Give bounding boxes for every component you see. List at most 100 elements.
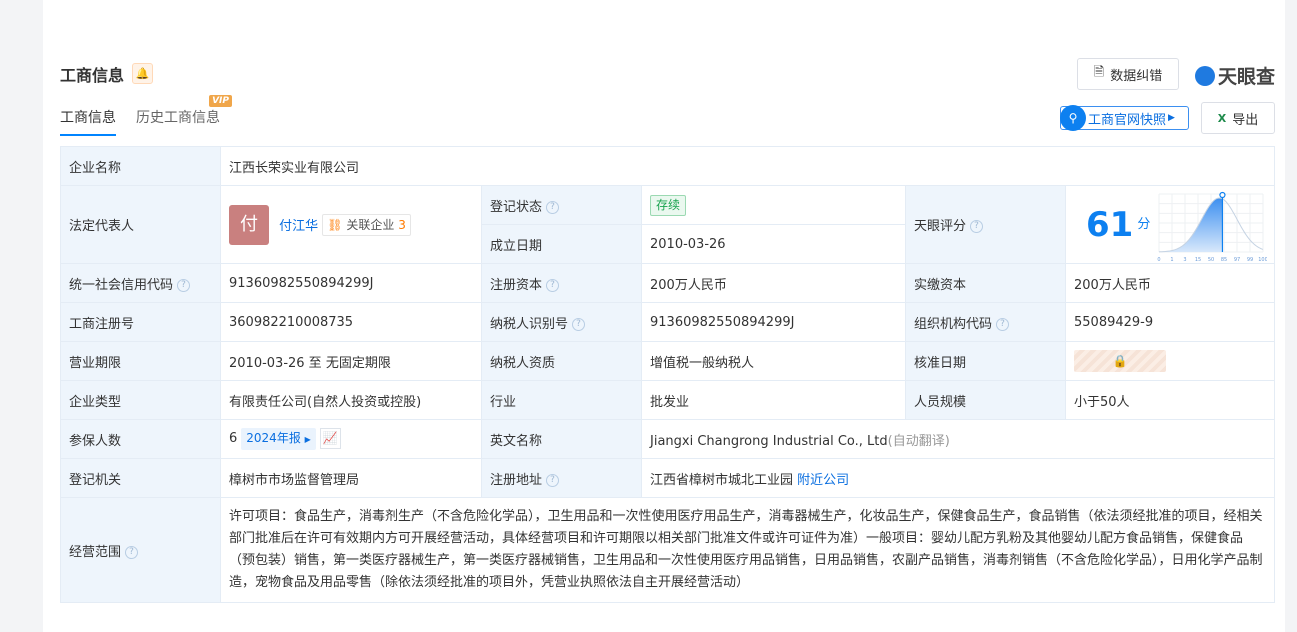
staff-size: 小于50人 — [1064, 380, 1276, 420]
label-scope: 经营范围? — [60, 497, 221, 603]
label-address: 注册地址? — [481, 458, 642, 498]
score-cell[interactable]: 61 分 0 1 3 15 50 85 97 99 100 — [1064, 185, 1276, 264]
table-row: 工商注册号 360982210008735 纳税人识别号? 9136098255… — [60, 302, 1276, 342]
caret-right-icon: ▶ — [304, 435, 311, 444]
button-label: 工商官网快照 — [1088, 112, 1167, 128]
address-cell: 江西省樟树市城北工业园 附近公司 — [640, 458, 1276, 498]
label-text: 登记状态 — [490, 199, 543, 215]
tax-qualification: 增值税一般纳税人 — [641, 341, 906, 381]
table-row: 企业类型 有限责任公司(自然人投资或控股) 行业 批发业 人员规模 小于50人 — [60, 380, 1276, 420]
label-score: 天眼评分? — [905, 185, 1066, 264]
help-icon[interactable]: ? — [125, 545, 139, 559]
official-snapshot-button[interactable]: ⚲ 工商官网快照 ▶ — [1060, 105, 1189, 131]
section-title: 工商信息 — [60, 66, 125, 85]
en-name-cell: Jiangxi Changrong Industrial Co., Ltd(自动… — [640, 419, 1276, 459]
label-legal-rep: 法定代表人 — [60, 185, 221, 264]
label-term: 营业期限 — [60, 341, 221, 381]
paid-capital: 200万人民币 — [1064, 263, 1276, 303]
status-badge: 存续 — [650, 194, 687, 216]
label-founded: 成立日期 — [481, 224, 642, 264]
export-button[interactable]: X 导出 — [1201, 102, 1275, 134]
axis-tick-label: 15 — [1195, 257, 1201, 262]
approval-date-cell: 🔒 — [1064, 341, 1276, 381]
document-icon: 🗎 — [1093, 65, 1105, 80]
help-icon[interactable]: ? — [546, 473, 560, 487]
network-icon: ⛓ — [327, 217, 343, 232]
data-correction-button[interactable]: 🗎 数据纠错 — [1077, 58, 1179, 90]
related-label: 关联企业 — [346, 217, 395, 232]
help-icon[interactable]: ? — [546, 278, 560, 292]
org-code: 55089429-9 — [1064, 302, 1276, 342]
founded-date: 2010-03-26 — [641, 224, 906, 264]
registered-address: 江西省樟树市城北工业园 — [650, 472, 794, 488]
table-row: 营业期限 2010-03-26 至 无固定期限 纳税人资质 增值税一般纳税人 核… — [60, 341, 1276, 381]
table-row: 登记机关 樟树市市场监督管理局 注册地址? 江西省樟树市城北工业园 附近公司 — [60, 458, 1276, 498]
table-row: 参保人数 6 2024年报 ▶ 📈 英文名称 Jiangxi Changrong I… — [60, 419, 1276, 459]
label-text: 统一社会信用代码 — [69, 277, 174, 293]
help-icon[interactable]: ? — [970, 220, 984, 233]
brand-logo: 天眼查 — [1195, 62, 1275, 89]
legal-rep-link[interactable]: 付江华 — [279, 219, 318, 234]
axis-tick-label: 100 — [1258, 257, 1267, 262]
industry: 批发业 — [641, 380, 906, 420]
help-icon[interactable]: ? — [177, 278, 191, 292]
label-credit-code: 统一社会信用代码? — [60, 263, 221, 303]
help-icon[interactable]: ? — [572, 317, 586, 331]
related-companies-button[interactable]: ⛓ 关联企业 3 — [322, 213, 411, 236]
label-approval-date: 核准日期 — [905, 341, 1066, 381]
caret-right-icon: ▶ — [1168, 113, 1175, 123]
label-text: 组织机构代码 — [914, 316, 993, 332]
english-name: Jiangxi Changrong Industrial Co., Ltd — [650, 433, 888, 449]
stamp-icon: ⚲ — [1060, 105, 1086, 131]
axis-tick-label: 99 — [1247, 257, 1253, 262]
label-type: 企业类型 — [60, 380, 221, 420]
label-text: 注册资本 — [490, 277, 543, 293]
label-industry: 行业 — [481, 380, 642, 420]
distribution-fill — [1159, 198, 1223, 252]
tab-history-info[interactable]: 历史工商信息 VIP — [136, 95, 232, 136]
label-text: 经营范围 — [69, 544, 122, 560]
registration-authority: 樟树市市场监督管理局 — [220, 458, 482, 498]
label-tax-qual: 纳税人资质 — [481, 341, 642, 381]
table-row: 企业名称 江西长荣实业有限公司 — [60, 146, 1276, 186]
score-distribution-chart: 0 1 3 15 50 85 97 99 100 — [1157, 191, 1267, 262]
vip-badge: VIP — [209, 95, 232, 107]
score-value: 61 — [1086, 204, 1134, 245]
label-reg-no: 工商注册号 — [60, 302, 221, 342]
tab-business-info[interactable]: 工商信息 — [60, 107, 116, 136]
score-unit: 分 — [1137, 217, 1151, 232]
label-paid-capital: 实缴资本 — [905, 263, 1066, 303]
label-staff: 人员规模 — [905, 380, 1066, 420]
axis-tick-label: 1 — [1170, 257, 1173, 262]
excel-icon: X — [1217, 111, 1227, 125]
avatar[interactable]: 付 — [229, 204, 269, 245]
brand-name: 天眼查 — [1218, 66, 1276, 88]
reg-capital: 200万人民币 — [641, 263, 906, 303]
button-label: 导出 — [1232, 112, 1259, 128]
auto-translate-note: (自动翻译) — [887, 433, 950, 449]
insured-cell: 6 2024年报 ▶ 📈 — [220, 419, 482, 459]
company-type: 有限责任公司(自然人投资或控股) — [220, 380, 482, 420]
score-marker-dot — [1219, 191, 1226, 199]
lock-icon[interactable]: 🔒 — [1074, 350, 1166, 372]
tab-label: 历史工商信息 — [136, 110, 220, 126]
status-cell: 存续 — [641, 185, 906, 225]
label-status: 登记状态? — [481, 185, 642, 225]
bell-icon[interactable]: 🔔 — [132, 63, 153, 84]
reg-no: 360982210008735 — [220, 302, 482, 342]
annual-report-button[interactable]: 2024年报 ▶ — [241, 428, 316, 450]
logo-icon — [1195, 65, 1215, 86]
trend-chart-icon[interactable]: 📈 — [319, 428, 341, 449]
label-company-name: 企业名称 — [60, 146, 221, 186]
label-text: 纳税人识别号 — [490, 316, 569, 332]
help-icon[interactable]: ? — [996, 317, 1010, 331]
credit-code: 91360982550894299J — [220, 263, 482, 303]
label-insured: 参保人数 — [60, 419, 221, 459]
help-icon[interactable]: ? — [546, 200, 560, 214]
nearby-companies-link[interactable]: 附近公司 — [797, 473, 849, 488]
label-text: 天眼评分 — [914, 219, 967, 234]
report-year: 2024年报 — [246, 431, 301, 445]
button-label: 数据纠错 — [1110, 68, 1163, 84]
axis-tick-label: 50 — [1208, 257, 1214, 262]
company-name: 江西长荣实业有限公司 — [219, 146, 1276, 186]
